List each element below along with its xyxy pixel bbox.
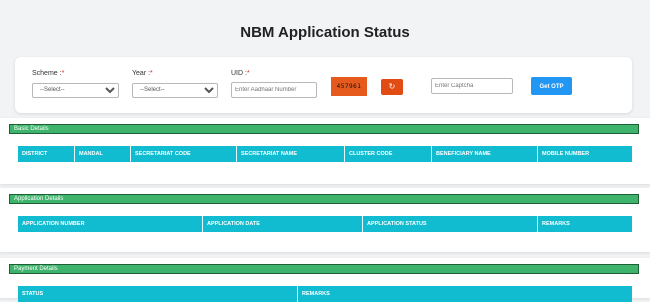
application-details-section: Application Details APPLICATION NUMBER A… xyxy=(0,188,650,252)
uid-label: UID :* xyxy=(231,70,250,77)
column-header: CLUSTER CODE xyxy=(345,146,432,162)
page-title: NBM Application Status xyxy=(240,24,410,41)
year-label: Year :* xyxy=(132,70,153,77)
captcha-input[interactable] xyxy=(431,78,513,94)
year-field: Year :* --Select-- xyxy=(132,69,218,98)
basic-details-section: Basic Details DISTRICT MANDAL SECRETARIA… xyxy=(0,118,650,184)
column-header: SECRETARIAT CODE xyxy=(131,146,237,162)
scheme-select[interactable]: --Select-- xyxy=(32,82,119,98)
column-header: BENEFICIARY NAME xyxy=(432,146,538,162)
basic-details-table-header: DISTRICT MANDAL SECRETARIAT CODE SECRETA… xyxy=(18,146,632,162)
column-header: APPLICATION NUMBER xyxy=(18,216,203,232)
year-select[interactable]: --Select-- xyxy=(132,82,218,98)
column-header: REMARKS xyxy=(302,291,330,297)
scheme-label: Scheme :* xyxy=(32,70,65,77)
column-header: SECRETARIAT NAME xyxy=(237,146,345,162)
refresh-icon: ↻ xyxy=(388,82,396,91)
application-details-header: Application Details xyxy=(9,194,639,204)
basic-details-header: Basic Details xyxy=(9,124,639,134)
payment-details-table-header: STATUS REMARKS xyxy=(18,286,632,302)
column-header: APPLICATION DATE xyxy=(203,216,363,232)
get-otp-button[interactable]: Get OTP xyxy=(531,77,572,95)
column-header: STATUS xyxy=(18,286,298,302)
column-header: MANDAL xyxy=(75,146,131,162)
payment-details-header: Payment Details xyxy=(9,264,639,274)
captcha-image: 457961 xyxy=(331,77,367,96)
column-header: APPLICATION STATUS xyxy=(363,216,538,232)
scheme-field: Scheme :* --Select-- xyxy=(32,69,119,98)
uid-field: UID :* xyxy=(231,69,317,98)
column-header: REMARKS xyxy=(542,221,570,227)
captcha-refresh-button[interactable]: ↻ xyxy=(381,79,403,95)
aadhaar-input[interactable] xyxy=(231,82,317,98)
column-header: MOBILE NUMBER xyxy=(542,151,590,157)
payment-details-section: Payment Details STATUS REMARKS xyxy=(0,258,650,302)
column-header: DISTRICT xyxy=(18,146,75,162)
filter-card: Scheme :* --Select-- Year :* --Select-- … xyxy=(15,57,632,113)
application-details-table-header: APPLICATION NUMBER APPLICATION DATE APPL… xyxy=(18,216,632,232)
